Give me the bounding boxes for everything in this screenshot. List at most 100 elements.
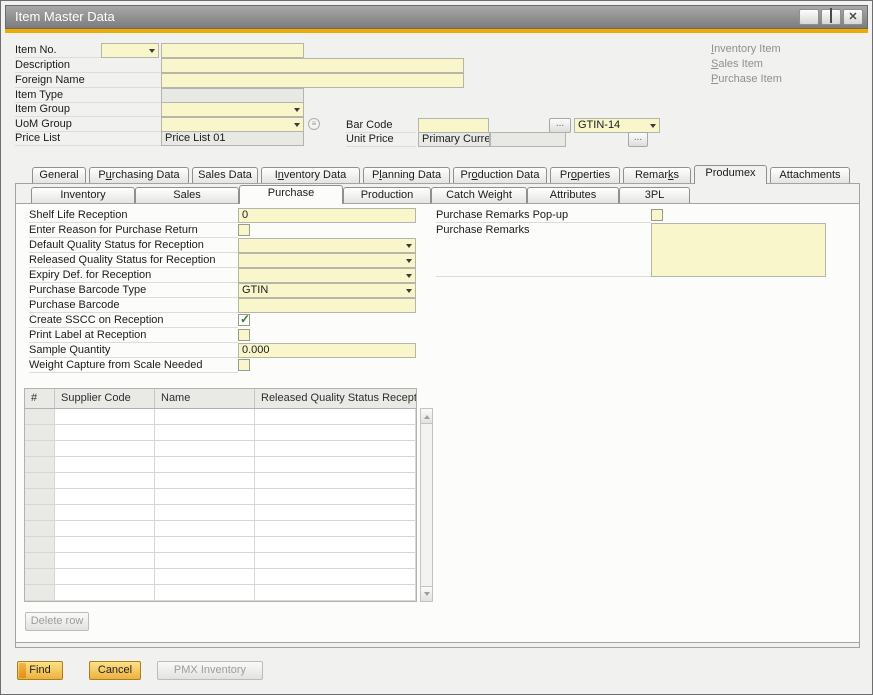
close-button[interactable]: ✕ xyxy=(843,9,863,25)
item-no-input[interactable] xyxy=(161,43,304,58)
uom-menu-icon[interactable]: ≡ xyxy=(308,118,320,130)
item-no-type-combo[interactable] xyxy=(101,43,159,58)
table-row[interactable] xyxy=(25,489,416,505)
unit-price-browse-button[interactable]: ... xyxy=(628,132,648,147)
table-scrollbar[interactable] xyxy=(420,408,433,602)
subtab-attributes[interactable]: Attributes xyxy=(527,187,619,203)
quality-status-cell[interactable] xyxy=(255,457,416,473)
released-quality-combo[interactable] xyxy=(238,253,416,268)
weight-capture-checkbox[interactable] xyxy=(238,359,250,371)
tab-remarks[interactable]: Remarks xyxy=(623,167,691,183)
table-row[interactable] xyxy=(25,553,416,569)
cancel-button[interactable]: Cancel xyxy=(89,661,141,680)
pmx-inventory-button[interactable]: PMX Inventory xyxy=(157,661,263,680)
name-cell[interactable] xyxy=(155,441,255,457)
price-currency-combo[interactable]: Primary Currenc xyxy=(418,132,490,147)
name-cell[interactable] xyxy=(155,409,255,425)
subtab-3pl[interactable]: 3PL xyxy=(619,187,690,203)
table-row[interactable] xyxy=(25,537,416,553)
quality-status-cell[interactable] xyxy=(255,473,416,489)
description-input[interactable] xyxy=(161,58,464,73)
quality-status-cell[interactable] xyxy=(255,553,416,569)
shelf-life-input[interactable]: 0 xyxy=(238,208,416,223)
minimize-button[interactable] xyxy=(799,9,819,25)
tab-attachments[interactable]: Attachments xyxy=(770,167,850,183)
titlebar[interactable]: Item Master Data ✕ xyxy=(5,5,868,29)
tab-inventory-data[interactable]: Inventory Data xyxy=(261,167,360,183)
quality-status-cell[interactable] xyxy=(255,521,416,537)
supplier-code-cell[interactable] xyxy=(55,569,155,585)
supplier-code-cell[interactable] xyxy=(55,457,155,473)
name-cell[interactable] xyxy=(155,473,255,489)
bar-code-input[interactable] xyxy=(418,118,489,133)
name-cell[interactable] xyxy=(155,553,255,569)
supplier-code-cell[interactable] xyxy=(55,537,155,553)
name-cell[interactable] xyxy=(155,521,255,537)
table-row[interactable] xyxy=(25,505,416,521)
subtab-purchase[interactable]: Purchase xyxy=(239,185,343,204)
name-cell[interactable] xyxy=(155,505,255,521)
table-row[interactable] xyxy=(25,521,416,537)
table-row[interactable] xyxy=(25,409,416,425)
default-quality-combo[interactable] xyxy=(238,238,416,253)
tab-sales-data[interactable]: Sales Data xyxy=(192,167,258,183)
supplier-code-cell[interactable] xyxy=(55,505,155,521)
supplier-code-cell[interactable] xyxy=(55,585,155,601)
bar-code-browse-button[interactable]: ... xyxy=(549,118,571,133)
supplier-code-cell[interactable] xyxy=(55,425,155,441)
expiry-def-combo[interactable] xyxy=(238,268,416,283)
name-cell[interactable] xyxy=(155,537,255,553)
barcode-type-combo[interactable]: GTIN-14 xyxy=(574,118,660,133)
name-cell[interactable] xyxy=(155,457,255,473)
supplier-code-cell[interactable] xyxy=(55,409,155,425)
quality-status-cell[interactable] xyxy=(255,441,416,457)
quality-status-cell[interactable] xyxy=(255,585,416,601)
supplier-code-cell[interactable] xyxy=(55,441,155,457)
quality-status-cell[interactable] xyxy=(255,569,416,585)
subtab-production[interactable]: Production xyxy=(343,187,431,203)
name-cell[interactable] xyxy=(155,489,255,505)
tab-planning-data[interactable]: Planning Data xyxy=(363,167,450,183)
purchase-barcode-type-combo[interactable]: GTIN xyxy=(238,283,416,298)
name-cell[interactable] xyxy=(155,569,255,585)
supplier-code-cell[interactable] xyxy=(55,489,155,505)
supplier-code-cell[interactable] xyxy=(55,521,155,537)
purchase-remarks-textarea[interactable] xyxy=(651,223,826,277)
table-row[interactable] xyxy=(25,457,416,473)
table-row[interactable] xyxy=(25,585,416,601)
quality-status-cell[interactable] xyxy=(255,409,416,425)
tab-purchasing-data[interactable]: Purchasing Data xyxy=(89,167,189,183)
purchase-barcode-input[interactable] xyxy=(238,298,416,313)
foreign-name-input[interactable] xyxy=(161,73,464,88)
tab-produmex[interactable]: Produmex xyxy=(694,165,767,184)
supplier-code-cell[interactable] xyxy=(55,553,155,569)
subtab-catch-weight[interactable]: Catch Weight xyxy=(431,187,527,203)
column-header-supplier-code[interactable]: Supplier Code xyxy=(55,389,155,408)
table-row[interactable] xyxy=(25,425,416,441)
scroll-down-button[interactable] xyxy=(421,586,432,601)
quality-status-cell[interactable] xyxy=(255,537,416,553)
item-group-combo[interactable] xyxy=(161,102,304,117)
quality-status-cell[interactable] xyxy=(255,505,416,521)
column-header-quality-status[interactable]: Released Quality Status Reception xyxy=(255,389,416,408)
supplier-code-cell[interactable] xyxy=(55,473,155,489)
quality-status-cell[interactable] xyxy=(255,489,416,505)
find-button[interactable]: Find xyxy=(17,661,63,680)
maximize-button[interactable] xyxy=(821,9,841,25)
table-row[interactable] xyxy=(25,473,416,489)
subtab-sales[interactable]: Sales xyxy=(135,187,239,203)
print-label-checkbox[interactable] xyxy=(238,329,250,341)
table-row[interactable] xyxy=(25,441,416,457)
tab-properties[interactable]: Properties xyxy=(550,167,620,183)
table-row[interactable] xyxy=(25,569,416,585)
sample-qty-input[interactable]: 0.000 xyxy=(238,343,416,358)
column-header-index[interactable]: # xyxy=(25,389,55,408)
name-cell[interactable] xyxy=(155,425,255,441)
column-header-name[interactable]: Name xyxy=(155,389,255,408)
scroll-up-button[interactable] xyxy=(421,409,432,424)
tab-general[interactable]: General xyxy=(32,167,86,183)
delete-row-button[interactable]: Delete row xyxy=(25,612,89,631)
quality-status-cell[interactable] xyxy=(255,425,416,441)
create-sscc-checkbox[interactable]: ✓ xyxy=(238,314,250,326)
subtab-inventory[interactable]: Inventory xyxy=(31,187,135,203)
